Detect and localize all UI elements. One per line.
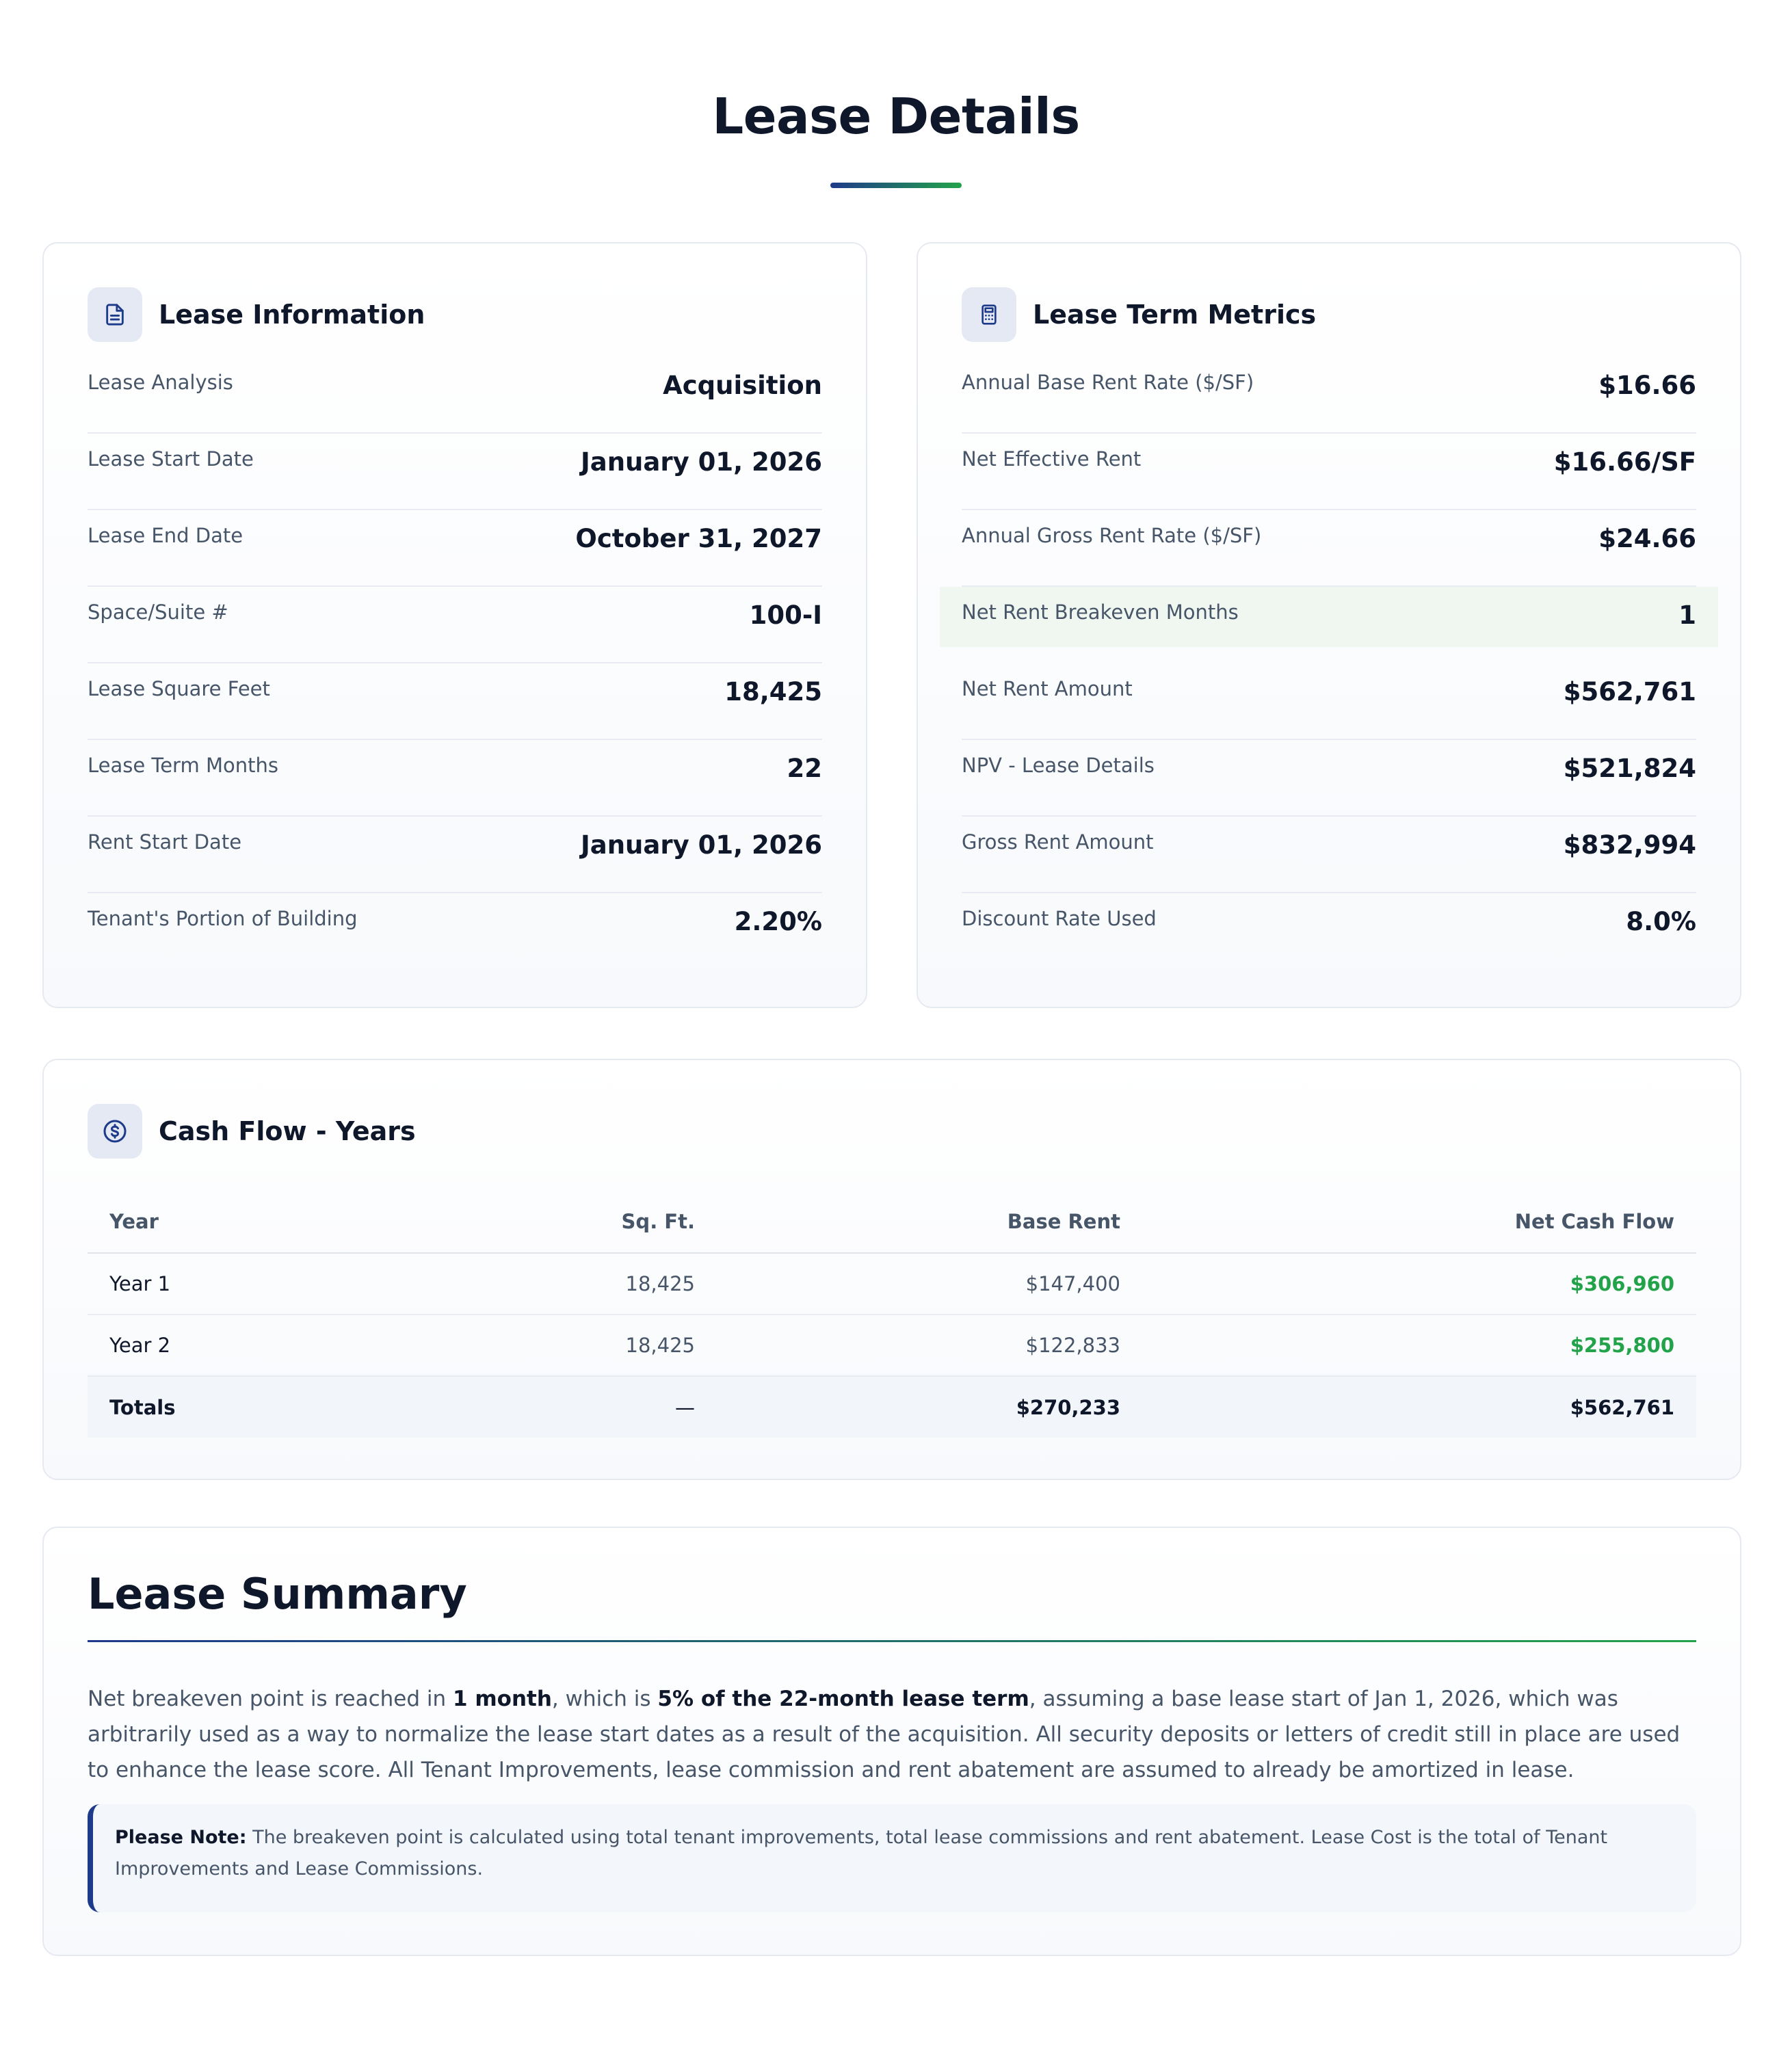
cell-net-cash-flow: $255,800 <box>1142 1315 1696 1377</box>
lease-information-card: Lease Information Lease Analysis Acquisit… <box>42 242 867 1008</box>
dollar-circle-icon <box>88 1104 142 1159</box>
lease-term-metrics-card: Lease Term Metrics Annual Base Rent Rate… <box>917 242 1741 1008</box>
cash-flow-card: Cash Flow - Years Year Sq. Ft. Base Rent… <box>42 1059 1741 1480</box>
row-label: Net Effective Rent <box>962 447 1142 471</box>
document-icon <box>88 287 142 342</box>
lease-metrics-rows: Annual Base Rent Rate ($/SF) $16.66 Net E… <box>940 357 1718 970</box>
totals-row: Totals — $270,233 $562,761 <box>88 1376 1696 1438</box>
row-label: Space/Suite # <box>88 601 228 624</box>
cell-year: Year 1 <box>88 1253 512 1315</box>
cell-base-rent: $147,400 <box>717 1253 1142 1315</box>
cell-year: Year 2 <box>88 1315 512 1377</box>
card-title: Lease Information <box>159 300 425 330</box>
column-header: Year <box>88 1190 512 1254</box>
card-header: Cash Flow - Years <box>88 1104 416 1159</box>
summary-bold-breakeven: 1 month <box>453 1687 552 1711</box>
cell-sqft: 18,425 <box>512 1253 717 1315</box>
info-row: Lease Term Months 22 <box>88 740 822 817</box>
info-row: Rent Start Date January 01, 2026 <box>88 817 822 893</box>
table-row: Year 1 18,425 $147,400 $306,960 <box>88 1253 1696 1315</box>
note-text: The breakeven point is calculated using … <box>115 1827 1608 1879</box>
card-title: Lease Term Metrics <box>1033 300 1317 330</box>
title-underline <box>830 183 962 188</box>
row-label: Annual Gross Rent Rate ($/SF) <box>962 524 1262 547</box>
card-header: Lease Term Metrics <box>962 287 1316 342</box>
row-label: Gross Rent Amount <box>962 830 1154 854</box>
info-row: Lease Start Date January 01, 2026 <box>88 434 822 510</box>
cell-net-cash-flow: $306,960 <box>1142 1253 1696 1315</box>
row-label: Annual Base Rent Rate ($/SF) <box>962 371 1254 394</box>
info-row: Lease End Date October 31, 2027 <box>88 510 822 587</box>
row-value: Acquisition <box>663 371 822 400</box>
info-row: Lease Analysis Acquisition <box>88 357 822 434</box>
row-label: Tenant's Portion of Building <box>88 907 358 930</box>
metric-row: Net Rent Amount $562,761 <box>962 663 1696 740</box>
row-value: $562,761 <box>1563 677 1696 707</box>
row-label: Rent Start Date <box>88 830 242 854</box>
metric-row: Discount Rate Used 8.0% <box>962 893 1696 970</box>
row-value: $16.66 <box>1598 371 1696 400</box>
row-value: January 01, 2026 <box>580 447 822 477</box>
row-value: 8.0% <box>1626 907 1696 936</box>
row-label: Net Rent Amount <box>962 677 1133 700</box>
row-value: $521,824 <box>1563 754 1696 783</box>
cell-base-rent: $270,233 <box>717 1376 1142 1438</box>
row-label: Discount Rate Used <box>962 907 1157 930</box>
row-value: 18,425 <box>724 677 822 707</box>
info-row: Lease Square Feet 18,425 <box>88 663 822 740</box>
column-header: Net Cash Flow <box>1142 1190 1696 1254</box>
row-label: Lease End Date <box>88 524 243 547</box>
metric-row: NPV - Lease Details $521,824 <box>962 740 1696 817</box>
cell-sqft: 18,425 <box>512 1315 717 1377</box>
lease-details-page: Lease Details Lease Information Lease An… <box>0 0 1792 2045</box>
card-title: Cash Flow - Years <box>159 1116 416 1146</box>
summary-text-part: Net breakeven point is reached in <box>88 1687 453 1711</box>
lease-summary-card: Lease Summary Net breakeven point is rea… <box>42 1527 1741 1956</box>
row-label: Lease Start Date <box>88 447 254 471</box>
row-value: January 01, 2026 <box>580 830 822 860</box>
card-header: Lease Information <box>88 287 425 342</box>
metric-row: Gross Rent Amount $832,994 <box>962 817 1696 893</box>
row-label: Lease Term Months <box>88 754 278 777</box>
cell-net-cash-flow: $562,761 <box>1142 1376 1696 1438</box>
row-value: October 31, 2027 <box>575 524 822 553</box>
row-value: 2.20% <box>734 907 822 936</box>
info-row: Space/Suite # 100-I <box>88 587 822 663</box>
summary-bold-term: 5% of the 22-month lease term <box>657 1687 1029 1711</box>
metric-row: Annual Gross Rent Rate ($/SF) $24.66 <box>962 510 1696 587</box>
cell-sqft: — <box>512 1376 717 1438</box>
cash-flow-table: Year Sq. Ft. Base Rent Net Cash Flow Yea… <box>88 1190 1696 1438</box>
row-value: $16.66/SF <box>1553 447 1696 477</box>
row-label: Lease Square Feet <box>88 677 270 700</box>
page-title: Lease Details <box>712 88 1080 145</box>
metric-row: Annual Base Rent Rate ($/SF) $16.66 <box>962 357 1696 434</box>
row-value: 1 <box>1678 601 1696 630</box>
calculator-icon <box>962 287 1016 342</box>
info-row: Tenant's Portion of Building 2.20% <box>88 893 822 970</box>
note-box: Please Note: The breakeven point is calc… <box>88 1804 1696 1912</box>
row-label: Lease Analysis <box>88 371 233 394</box>
note-label: Please Note: <box>115 1827 247 1848</box>
column-header: Sq. Ft. <box>512 1190 717 1254</box>
summary-text-part: , which is <box>551 1687 658 1711</box>
cell-base-rent: $122,833 <box>717 1315 1142 1377</box>
summary-paragraph: Net breakeven point is reached in 1 mont… <box>88 1681 1696 1788</box>
summary-divider <box>88 1640 1696 1642</box>
cell-totals-label: Totals <box>88 1376 512 1438</box>
row-value: 22 <box>787 754 823 783</box>
row-value: $832,994 <box>1563 830 1696 860</box>
summary-title: Lease Summary <box>88 1569 467 1619</box>
table-header-row: Year Sq. Ft. Base Rent Net Cash Flow <box>88 1190 1696 1254</box>
row-label: Net Rent Breakeven Months <box>962 601 1239 624</box>
lease-info-rows: Lease Analysis Acquisition Lease Start Da… <box>88 357 822 970</box>
row-value: $24.66 <box>1598 524 1696 553</box>
table-row: Year 2 18,425 $122,833 $255,800 <box>88 1315 1696 1377</box>
metric-row-highlighted: Net Rent Breakeven Months 1 <box>940 587 1718 647</box>
column-header: Base Rent <box>717 1190 1142 1254</box>
row-value: 100-I <box>749 601 822 630</box>
row-label: NPV - Lease Details <box>962 754 1155 777</box>
metric-row: Net Effective Rent $16.66/SF <box>962 434 1696 510</box>
